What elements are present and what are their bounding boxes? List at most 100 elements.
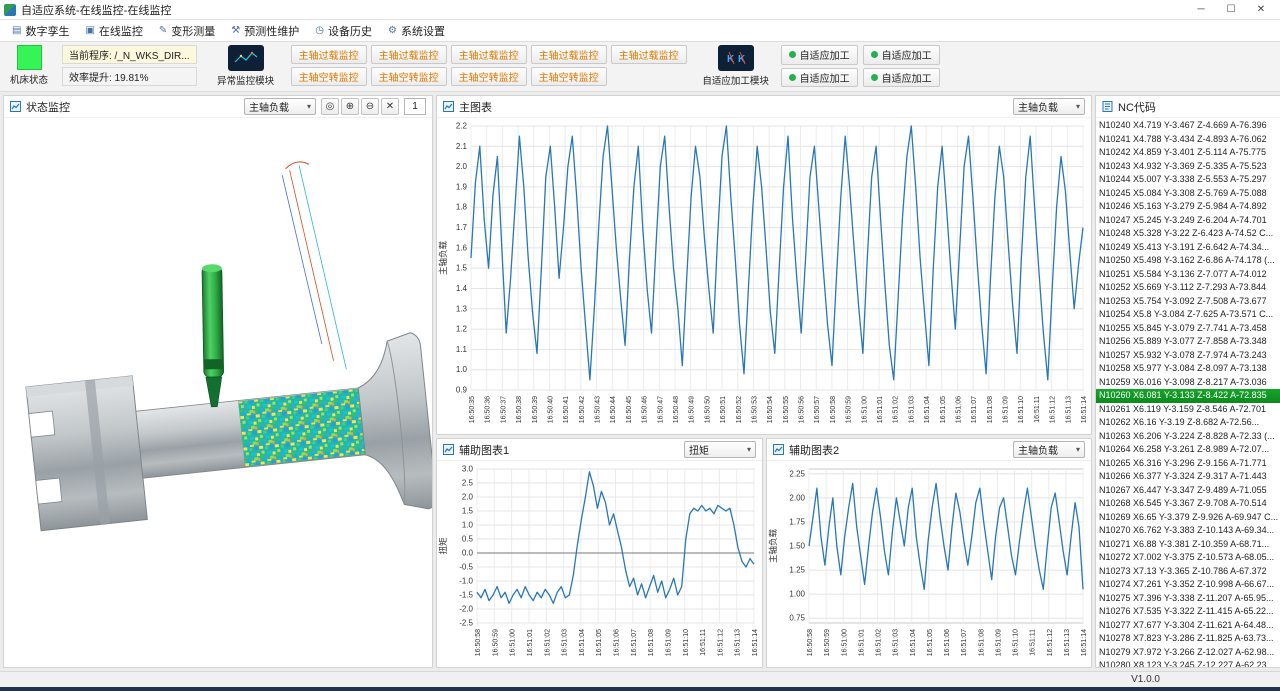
machine-3d-view[interactable] bbox=[4, 118, 432, 667]
aux-chart1-title: 辅助图表1 bbox=[459, 442, 509, 458]
menu-item-2[interactable]: ▣在线监控 bbox=[77, 21, 150, 41]
adaptive-machining-button-4[interactable]: 自适应加工 bbox=[863, 68, 940, 88]
adaptive-machining-button-2[interactable]: 自适应加工 bbox=[863, 45, 940, 65]
nc-code-line[interactable]: N10267 X6.447 Y-3.347 Z-9.489 A-71.055 bbox=[1096, 484, 1280, 498]
nc-code-line-selected[interactable]: N10260 X6.081 Y-3.133 Z-8.422 A-72.835 bbox=[1096, 389, 1280, 403]
nc-code-line[interactable]: N10246 X5.163 Y-3.279 Z-5.984 A-74.892 bbox=[1096, 200, 1280, 214]
nc-code-line[interactable]: N10258 X5.977 Y-3.084 Z-8.097 A-73.138 bbox=[1096, 362, 1280, 376]
nc-code-line[interactable]: N10269 X6.65 Y-3.379 Z-9.926 A-69.947 C.… bbox=[1096, 511, 1280, 525]
idle-monitor-button-1[interactable]: 主轴空转监控 bbox=[291, 67, 367, 86]
adaptive-button-label: 自适应加工 bbox=[882, 70, 932, 85]
overload-monitor-button-4[interactable]: 主轴过载监控 bbox=[531, 45, 607, 64]
status-signal-dropdown[interactable]: 主轴负载 ▾ bbox=[244, 98, 316, 115]
menu-item-1[interactable]: ▤数字孪生 bbox=[4, 21, 77, 41]
adaptive-machining-button-3[interactable]: 自适应加工 bbox=[781, 68, 858, 88]
overload-monitor-button-5[interactable]: 主轴过载监控 bbox=[611, 45, 687, 64]
nc-code-icon bbox=[1102, 101, 1113, 112]
svg-text:1.3: 1.3 bbox=[456, 304, 468, 313]
aux-chart1-signal-dropdown[interactable]: 扭矩 ▾ bbox=[684, 441, 756, 458]
nc-code-line[interactable]: N10256 X5.889 Y-3.077 Z-7.858 A-73.348 bbox=[1096, 335, 1280, 349]
nc-code-line[interactable]: N10240 X4.719 Y-3.467 Z-4.669 A-76.396 bbox=[1096, 119, 1280, 133]
adaptive-module-icon[interactable]: K K bbox=[718, 45, 754, 71]
nc-code-line[interactable]: N10241 X4.788 Y-3.434 Z-4.893 A-76.062 bbox=[1096, 133, 1280, 147]
nc-code-line[interactable]: N10277 X7.677 Y-3.304 Z-11.621 A-64.48..… bbox=[1096, 619, 1280, 633]
overload-monitor-button-3[interactable]: 主轴过载监控 bbox=[451, 45, 527, 64]
nc-code-list[interactable]: N10240 X4.719 Y-3.467 Z-4.669 A-76.396N1… bbox=[1096, 118, 1280, 667]
svg-text:16:51:10: 16:51:10 bbox=[1018, 396, 1025, 423]
nc-code-line[interactable]: N10254 X5.8 Y-3.084 Z-7.625 A-73.571 C..… bbox=[1096, 308, 1280, 322]
overload-monitor-button-2[interactable]: 主轴过载监控 bbox=[371, 45, 447, 64]
nc-code-line[interactable]: N10245 X5.084 Y-3.308 Z-5.769 A-75.088 bbox=[1096, 187, 1280, 201]
nc-code-line[interactable]: N10261 X6.119 Y-3.159 Z-8.546 A-72.701 bbox=[1096, 403, 1280, 417]
nc-code-line[interactable]: N10252 X5.669 Y-3.112 Z-7.293 A-73.844 bbox=[1096, 281, 1280, 295]
menu-item-label: 系统设置 bbox=[401, 23, 445, 39]
menu-item-6[interactable]: ⚙系统设置 bbox=[380, 21, 453, 41]
nc-code-line[interactable]: N10264 X6.258 Y-3.261 Z-8.989 A-72.07... bbox=[1096, 443, 1280, 457]
main-chart-signal-dropdown[interactable]: 主轴负载 ▾ bbox=[1013, 98, 1085, 115]
anomaly-module-icon[interactable] bbox=[228, 45, 264, 71]
svg-text:-1.0: -1.0 bbox=[459, 577, 473, 586]
kk-icon: K K bbox=[721, 48, 751, 68]
nc-code-line[interactable]: N10249 X5.413 Y-3.191 Z-6.642 A-74.34... bbox=[1096, 241, 1280, 255]
idle-monitor-button-3[interactable]: 主轴空转监控 bbox=[451, 67, 527, 86]
menu-item-label: 数字孪生 bbox=[25, 23, 69, 39]
nc-code-line[interactable]: N10262 X6.16 Y-3.19 Z-8.682 A-72.56... bbox=[1096, 416, 1280, 430]
adaptive-machining-button-1[interactable]: 自适应加工 bbox=[781, 45, 858, 65]
overload-monitor-button-1[interactable]: 主轴过载监控 bbox=[291, 45, 367, 64]
nc-code-line[interactable]: N10257 X5.932 Y-3.078 Z-7.974 A-73.243 bbox=[1096, 349, 1280, 363]
svg-text:16:50:47: 16:50:47 bbox=[657, 396, 664, 423]
nc-code-line[interactable]: N10271 X6.88 Y-3.381 Z-10.359 A-68.71... bbox=[1096, 538, 1280, 552]
nc-code-line[interactable]: N10247 X5.245 Y-3.249 Z-6.204 A-74.701 bbox=[1096, 214, 1280, 228]
nc-code-line[interactable]: N10266 X6.377 Y-3.324 Z-9.317 A-71.443 bbox=[1096, 470, 1280, 484]
nc-code-line[interactable]: N10248 X5.328 Y-3.22 Z-6.423 A-74.52 C..… bbox=[1096, 227, 1280, 241]
nc-code-line[interactable]: N10263 X6.206 Y-3.224 Z-8.828 A-72.33 (.… bbox=[1096, 430, 1280, 444]
svg-text:16:50:46: 16:50:46 bbox=[642, 396, 649, 423]
nc-code-line[interactable]: N10265 X6.316 Y-3.296 Z-9.156 A-71.771 bbox=[1096, 457, 1280, 471]
zoom-out-icon[interactable]: ⊖ bbox=[361, 98, 379, 115]
pan-icon[interactable]: ◎ bbox=[321, 98, 339, 115]
nc-code-line[interactable]: N10278 X7.823 Y-3.286 Z-11.825 A-63.73..… bbox=[1096, 632, 1280, 646]
nc-code-line[interactable]: N10276 X7.535 Y-3.322 Z-11.415 A-65.22..… bbox=[1096, 605, 1280, 619]
maximize-button[interactable]: ☐ bbox=[1216, 4, 1246, 15]
nc-code-line[interactable]: N10242 X4.859 Y-3.401 Z-5.114 A-75.775 bbox=[1096, 146, 1280, 160]
reset-view-icon[interactable]: ✕ bbox=[381, 98, 399, 115]
nc-code-line[interactable]: N10244 X5.007 Y-3.338 Z-5.553 A-75.297 bbox=[1096, 173, 1280, 187]
aux-chart2[interactable]: 16:50:5816:50:5916:51:0016:51:0116:51:02… bbox=[767, 461, 1091, 667]
nc-code-line[interactable]: N10273 X7.13 Y-3.365 Z-10.786 A-67.372 bbox=[1096, 565, 1280, 579]
svg-text:2.25: 2.25 bbox=[789, 469, 805, 478]
zoom-level-box[interactable]: 1 bbox=[404, 98, 426, 115]
nc-code-line[interactable]: N10270 X6.762 Y-3.383 Z-10.143 A-69.34..… bbox=[1096, 524, 1280, 538]
menu-item-4[interactable]: ⚒预测性维护 bbox=[223, 21, 307, 41]
menu-item-5[interactable]: ◷设备历史 bbox=[307, 21, 380, 41]
nc-code-line[interactable]: N10255 X5.845 Y-3.079 Z-7.741 A-73.458 bbox=[1096, 322, 1280, 336]
svg-text:16:51:07: 16:51:07 bbox=[971, 396, 978, 423]
idle-monitor-button-2[interactable]: 主轴空转监控 bbox=[371, 67, 447, 86]
nc-code-line[interactable]: N10274 X7.261 Y-3.352 Z-10.998 A-66.67..… bbox=[1096, 578, 1280, 592]
svg-text:16:50:53: 16:50:53 bbox=[751, 396, 758, 423]
nc-code-line[interactable]: N10268 X6.545 Y-3.367 Z-9.708 A-70.514 bbox=[1096, 497, 1280, 511]
nc-code-line[interactable]: N10243 X4.932 Y-3.369 Z-5.335 A-75.523 bbox=[1096, 160, 1280, 174]
main-chart[interactable]: 16:50:3516:50:3616:50:3716:50:3816:50:39… bbox=[437, 118, 1091, 434]
svg-text:16:50:59: 16:50:59 bbox=[492, 629, 499, 656]
minimize-button[interactable]: ─ bbox=[1186, 4, 1216, 15]
nc-code-line[interactable]: N10279 X7.972 Y-3.266 Z-12.027 A-62.98..… bbox=[1096, 646, 1280, 660]
svg-text:16:51:07: 16:51:07 bbox=[631, 629, 638, 656]
zoom-in-icon[interactable]: ⊕ bbox=[341, 98, 359, 115]
close-button[interactable]: ✕ bbox=[1246, 4, 1276, 15]
nc-code-line[interactable]: N10272 X7.002 Y-3.375 Z-10.573 A-68.05..… bbox=[1096, 551, 1280, 565]
nc-code-line[interactable]: N10275 X7.396 Y-3.338 Z-11.207 A-65.95..… bbox=[1096, 592, 1280, 606]
nc-code-line[interactable]: N10250 X5.498 Y-3.162 Z-6.86 A-74.178 (.… bbox=[1096, 254, 1280, 268]
cutting-tool bbox=[202, 264, 224, 407]
aux-chart2-signal-dropdown[interactable]: 主轴负载 ▾ bbox=[1013, 441, 1085, 458]
idle-monitor-button-4[interactable]: 主轴空转监控 bbox=[531, 67, 607, 86]
nc-code-line[interactable]: N10280 X8.123 Y-3.245 Z-12.227 A-62.23..… bbox=[1096, 659, 1280, 667]
svg-text:16:51:10: 16:51:10 bbox=[683, 629, 690, 656]
nc-code-line[interactable]: N10259 X6.016 Y-3.098 Z-8.217 A-73.036 bbox=[1096, 376, 1280, 390]
menu-item-3[interactable]: ✎变形测量 bbox=[151, 21, 223, 41]
status-monitor-title: 状态监控 bbox=[26, 99, 70, 115]
nc-code-line[interactable]: N10251 X5.584 Y-3.136 Z-7.077 A-74.012 bbox=[1096, 268, 1280, 282]
nc-code-line[interactable]: N10253 X5.754 Y-3.092 Z-7.508 A-73.677 bbox=[1096, 295, 1280, 309]
aux-chart1[interactable]: 16:50:5816:50:5916:51:0016:51:0116:51:02… bbox=[437, 461, 762, 667]
content-area: 状态监控 主轴负载 ▾ ◎⊕⊖✕ 1 bbox=[0, 92, 1280, 671]
svg-text:0.5: 0.5 bbox=[462, 535, 474, 544]
